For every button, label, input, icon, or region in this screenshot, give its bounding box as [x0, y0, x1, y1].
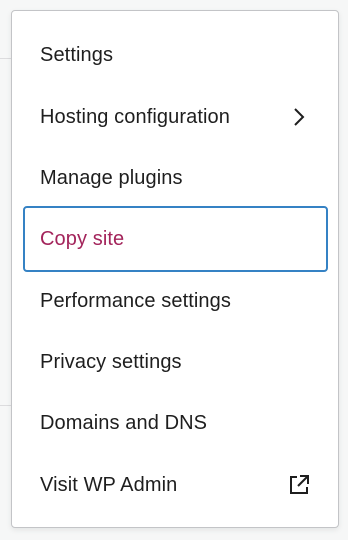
- menu-item-label: Visit WP Admin: [40, 473, 178, 496]
- menu-item-label: Domains and DNS: [40, 411, 208, 434]
- chevron-right-icon: [286, 104, 312, 130]
- menu-item-label: Hosting configuration: [40, 105, 230, 128]
- menu-item-visit-wp-admin[interactable]: Visit WP Admin: [23, 466, 328, 504]
- menu-item-label: Copy site: [40, 227, 125, 250]
- menu-item-manage-plugins[interactable]: Manage plugins: [23, 159, 328, 197]
- menu-item-performance-settings[interactable]: Performance settings: [23, 282, 328, 320]
- menu-item-label: Manage plugins: [40, 166, 183, 189]
- menu-item-label: Performance settings: [40, 289, 231, 312]
- menu-item-label: Settings: [40, 43, 114, 66]
- menu-item-privacy-settings[interactable]: Privacy settings: [23, 343, 328, 381]
- menu-item-settings[interactable]: Settings: [23, 36, 328, 74]
- external-link-icon: [286, 472, 312, 498]
- menu-item-hosting-configuration[interactable]: Hosting configuration: [23, 98, 328, 136]
- menu-item-copy-site[interactable]: Copy site: [23, 206, 328, 272]
- menu-item-domains-and-dns[interactable]: Domains and DNS: [23, 404, 328, 442]
- menu-item-label: Privacy settings: [40, 350, 182, 373]
- site-actions-menu: Settings Hosting configuration Manage pl…: [11, 10, 339, 528]
